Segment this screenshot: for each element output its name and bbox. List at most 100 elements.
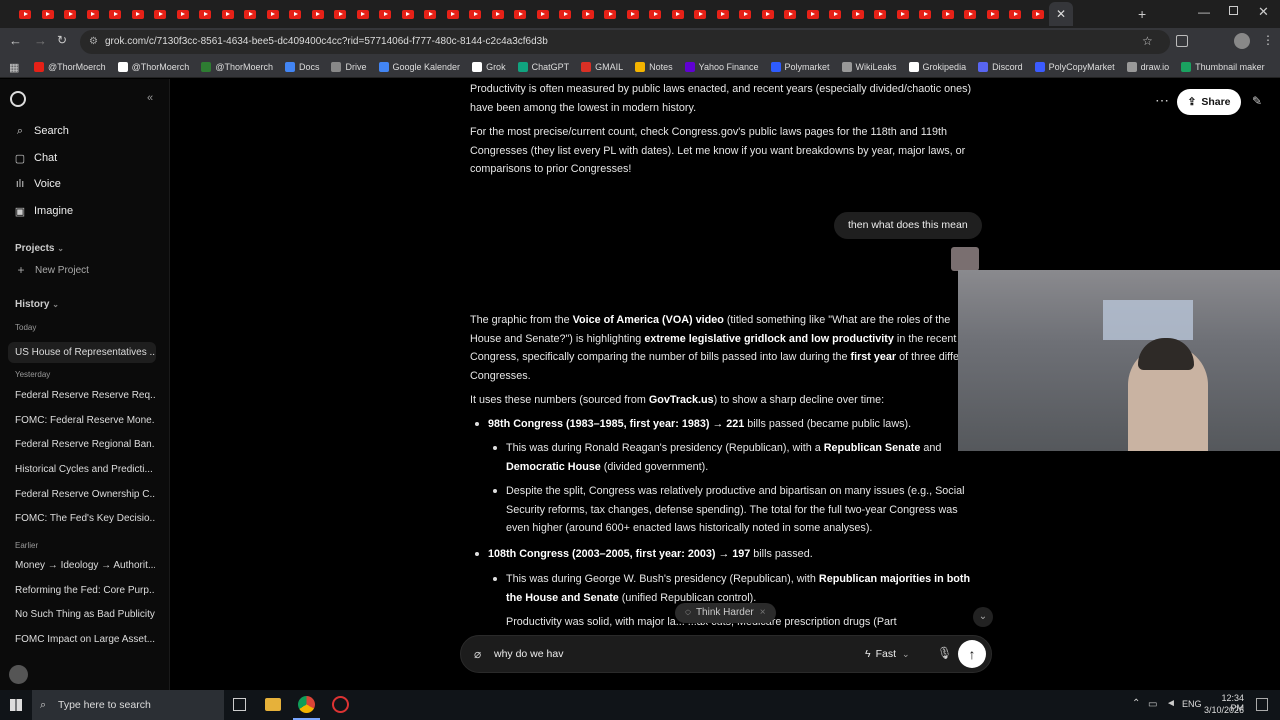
- bookmark-item[interactable]: Grokipedia: [908, 61, 966, 72]
- browser-tab[interactable]: [37, 0, 60, 28]
- bookmark-item[interactable]: Grok: [472, 61, 506, 72]
- maximize-icon[interactable]: [1229, 6, 1238, 15]
- menu-dots-icon[interactable]: ⋮: [1262, 33, 1274, 47]
- browser-tab[interactable]: [824, 0, 847, 28]
- browser-tab[interactable]: [532, 0, 555, 28]
- bookmark-item[interactable]: Google Kalender: [378, 61, 460, 72]
- browser-tab[interactable]: [959, 0, 982, 28]
- language-indicator[interactable]: ENG: [1182, 699, 1202, 709]
- clock-date[interactable]: 3/10/2026: [1203, 705, 1244, 715]
- history-item[interactable]: Federal Reserve Ownership C...: [15, 489, 155, 500]
- browser-tab[interactable]: [712, 0, 735, 28]
- task-view-icon[interactable]: [233, 698, 246, 711]
- browser-tab[interactable]: [104, 0, 127, 28]
- history-item[interactable]: Money → Ideology → Authorit...: [15, 560, 155, 571]
- browser-tab[interactable]: [509, 0, 532, 28]
- network-icon[interactable]: ▭: [1148, 699, 1157, 710]
- browser-tab[interactable]: [599, 0, 622, 28]
- browser-tab[interactable]: [667, 0, 690, 28]
- browser-tab[interactable]: [982, 0, 1005, 28]
- browser-tab[interactable]: [352, 0, 375, 28]
- attached-image-thumbnail[interactable]: [951, 247, 979, 271]
- browser-tab[interactable]: [802, 0, 825, 28]
- profile-avatar[interactable]: [1234, 33, 1250, 49]
- new-tab-icon[interactable]: +: [1138, 6, 1146, 22]
- browser-tab[interactable]: [14, 0, 37, 28]
- browser-tab[interactable]: [239, 0, 262, 28]
- close-icon[interactable]: ×: [760, 607, 766, 618]
- more-options-icon[interactable]: ⋯: [1155, 92, 1169, 109]
- bookmark-item[interactable]: @ThorMoerch: [117, 61, 189, 72]
- history-item[interactable]: FOMC: Federal Reserve Mone...: [15, 415, 155, 426]
- bookmark-item[interactable]: Polymarket: [770, 61, 830, 72]
- browser-tab[interactable]: [82, 0, 105, 28]
- nav-imagine[interactable]: ▣ Imagine: [14, 205, 73, 218]
- bookmark-item[interactable]: ChatGPT: [517, 61, 569, 72]
- history-item[interactable]: FOMC: The Fed's Key Decisio...: [15, 513, 155, 524]
- browser-tab[interactable]: [554, 0, 577, 28]
- history-header[interactable]: History ⌄: [15, 299, 59, 310]
- browser-tab[interactable]: [149, 0, 172, 28]
- browser-tab[interactable]: [644, 0, 667, 28]
- browser-tab[interactable]: [1004, 0, 1027, 28]
- browser-tab[interactable]: [847, 0, 870, 28]
- user-avatar[interactable]: [9, 665, 28, 684]
- browser-tab[interactable]: [1027, 0, 1050, 28]
- share-button[interactable]: ⇪ Share: [1177, 89, 1241, 115]
- browser-tab[interactable]: [307, 0, 330, 28]
- bookmark-item[interactable]: PolyCopyMarket: [1034, 61, 1115, 72]
- collapse-sidebar-icon[interactable]: «: [147, 92, 153, 104]
- minimize-icon[interactable]: —: [1198, 5, 1210, 19]
- browser-tab[interactable]: [937, 0, 960, 28]
- bookmark-item[interactable]: draw.io: [1126, 61, 1169, 72]
- tray-chevron-icon[interactable]: ⌃: [1132, 698, 1140, 709]
- projects-header[interactable]: Projects ⌄: [15, 243, 64, 254]
- bookmark-item[interactable]: @ThorMoerch: [201, 61, 273, 72]
- browser-tab[interactable]: [577, 0, 600, 28]
- close-window-icon[interactable]: ✕: [1258, 4, 1269, 20]
- history-item[interactable]: No Such Thing as Bad Publicity: [15, 609, 155, 620]
- bookmark-item[interactable]: Notes: [635, 61, 673, 72]
- forward-icon[interactable]: →: [34, 33, 47, 48]
- send-button[interactable]: ↑: [958, 640, 986, 668]
- nav-search[interactable]: ⌕ Search: [14, 125, 69, 138]
- history-item[interactable]: FOMC Impact on Large Asset...: [15, 634, 155, 645]
- history-item[interactable]: Reforming the Fed: Core Purp...: [15, 585, 155, 596]
- bookmark-item[interactable]: @ThorMoerch: [34, 61, 106, 72]
- browser-tab[interactable]: [374, 0, 397, 28]
- browser-tab[interactable]: [127, 0, 150, 28]
- back-icon[interactable]: ←: [9, 33, 22, 48]
- bookmark-item[interactable]: GMAIL: [581, 61, 623, 72]
- nav-voice[interactable]: ılı Voice: [14, 178, 61, 190]
- message-input[interactable]: why do we hav: [494, 648, 563, 660]
- think-harder-chip[interactable]: ◌ Think Harder ×: [675, 603, 776, 623]
- file-explorer-icon[interactable]: [265, 698, 281, 711]
- recording-app-icon[interactable]: [332, 696, 349, 713]
- new-chat-icon[interactable]: ✎: [1252, 94, 1262, 108]
- browser-tab[interactable]: [442, 0, 465, 28]
- nav-chat[interactable]: ▢ Chat: [14, 152, 57, 165]
- browser-tab[interactable]: [869, 0, 892, 28]
- url-bar[interactable]: ⚙ grok.com/c/7130f3cc-8561-4634-bee5-dc4…: [80, 30, 1170, 54]
- browser-tab[interactable]: [487, 0, 510, 28]
- browser-tab[interactable]: [689, 0, 712, 28]
- browser-tab[interactable]: [329, 0, 352, 28]
- browser-tab[interactable]: [914, 0, 937, 28]
- chrome-icon[interactable]: [298, 696, 315, 713]
- bookmark-star-icon[interactable]: ☆: [1142, 34, 1153, 48]
- attach-icon[interactable]: ⌀: [474, 647, 481, 661]
- bookmark-item[interactable]: Thumbnail maker: [1181, 61, 1265, 72]
- history-item[interactable]: Federal Reserve Regional Ban...: [15, 439, 155, 450]
- site-info-icon[interactable]: ⚙: [89, 30, 98, 54]
- browser-tab[interactable]: [397, 0, 420, 28]
- bookmark-item[interactable]: Discord: [978, 61, 1023, 72]
- history-item[interactable]: Historical Cycles and Predicti...: [15, 464, 155, 475]
- mode-selector[interactable]: ϟ Fast ⌄: [865, 648, 910, 660]
- bookmark-item[interactable]: Drive: [331, 61, 367, 72]
- bookmark-item[interactable]: Docs: [284, 61, 319, 72]
- grok-logo-icon[interactable]: [10, 91, 26, 107]
- browser-tab[interactable]: [262, 0, 285, 28]
- reload-icon[interactable]: ↻: [57, 33, 67, 47]
- new-project-button[interactable]: + New Project: [15, 263, 88, 277]
- microphone-icon[interactable]: 🎙: [937, 646, 952, 660]
